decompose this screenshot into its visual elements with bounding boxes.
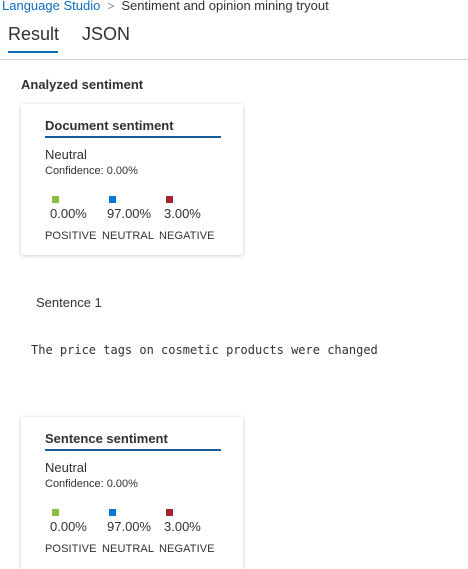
positive-caption: POSITIVE (45, 543, 97, 555)
negative-value: 3.00% (164, 206, 201, 221)
tab-json[interactable]: JSON (82, 22, 130, 46)
sentiment-label: Neutral (45, 147, 87, 162)
confidence-text: Confidence: 0.00% (45, 165, 138, 177)
sentiment-label: Neutral (45, 460, 87, 475)
card-title-underline (45, 136, 221, 138)
positive-swatch-icon (52, 509, 59, 516)
result-tabs: Result JSON (0, 20, 468, 58)
positive-swatch-icon (52, 196, 59, 203)
panel-divider (0, 59, 468, 60)
sentence-text: The price tags on cosmetic products were… (31, 343, 378, 357)
negative-swatch-icon (166, 196, 173, 203)
neutral-caption: NEUTRAL (102, 543, 155, 555)
document-sentiment-card: Document sentiment Neutral Confidence: 0… (21, 104, 243, 255)
negative-caption: NEGATIVE (159, 230, 215, 242)
section-title: Analyzed sentiment (21, 77, 144, 92)
confidence-text: Confidence: 0.00% (45, 478, 138, 490)
tab-result[interactable]: Result (8, 22, 59, 46)
neutral-swatch-icon (109, 509, 116, 516)
breadcrumb-current-page: Sentiment and opinion mining tryout (121, 0, 329, 13)
breadcrumb-separator-icon: > (107, 0, 115, 13)
breadcrumb: Language Studio > Sentiment and opinion mi… (2, 0, 329, 16)
breadcrumb-language-studio-link[interactable]: Language Studio (2, 0, 100, 13)
card-title-underline (45, 449, 221, 451)
negative-caption: NEGATIVE (159, 543, 215, 555)
neutral-swatch-icon (109, 196, 116, 203)
card-title: Document sentiment (45, 118, 174, 133)
negative-value: 3.00% (164, 519, 201, 534)
positive-value: 0.00% (50, 519, 87, 534)
neutral-value: 97.00% (107, 519, 152, 534)
neutral-caption: NEUTRAL (102, 230, 155, 242)
card-title: Sentence sentiment (45, 431, 168, 446)
positive-caption: POSITIVE (45, 230, 97, 242)
negative-swatch-icon (166, 509, 173, 516)
selected-tab-indicator (8, 51, 58, 53)
positive-value: 0.00% (50, 206, 87, 221)
sentence-sentiment-card: Sentence sentiment Neutral Confidence: 0… (21, 417, 243, 569)
sentence-heading: Sentence 1 (36, 295, 102, 310)
neutral-value: 97.00% (107, 206, 152, 221)
